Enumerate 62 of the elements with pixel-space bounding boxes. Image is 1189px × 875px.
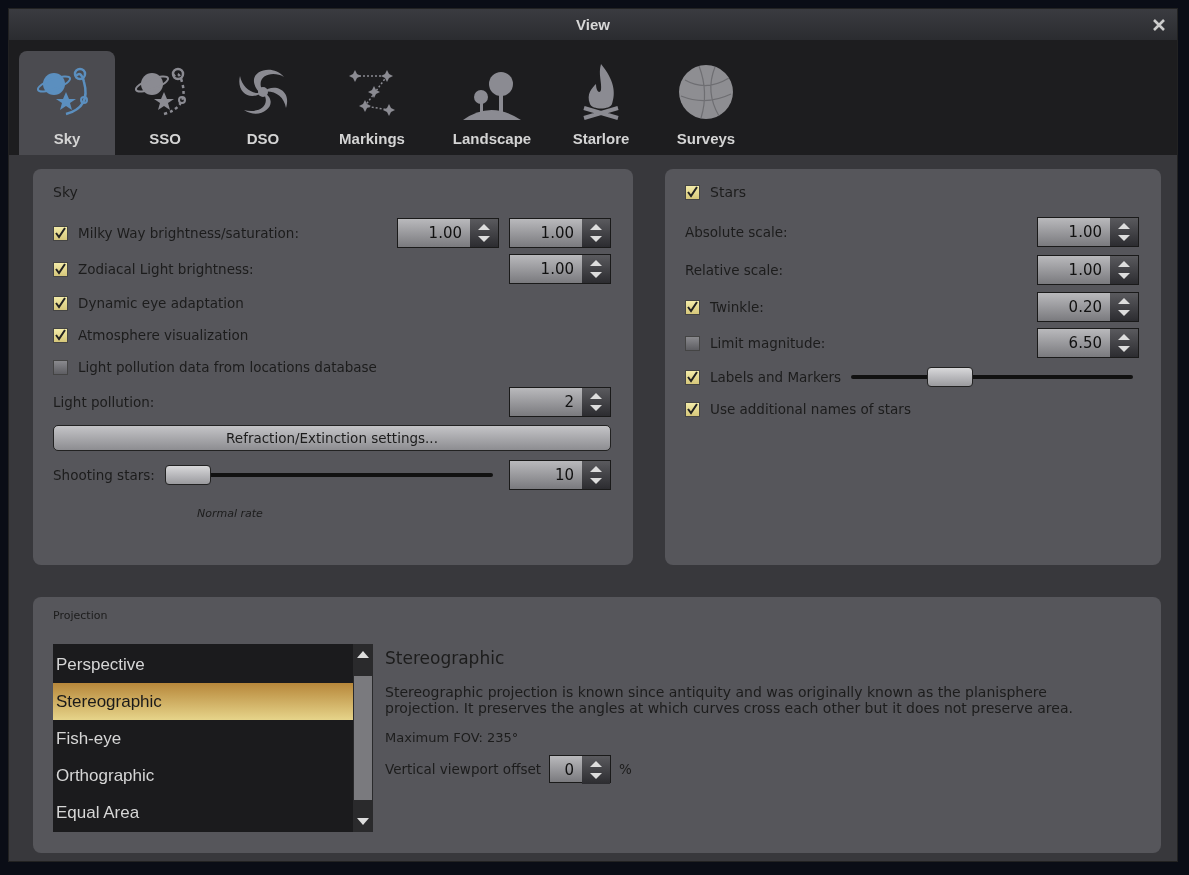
list-item[interactable]: Orthographic [53,757,353,795]
checkbox-label: Zodiacal Light brightness: [78,261,254,277]
checkbox-label: Dynamic eye adaptation [78,295,244,311]
checkbox-label: Twinkle: [710,299,764,315]
spin-box[interactable]: 10 [509,460,611,490]
window-title: View [576,16,610,34]
spin-box[interactable]: 2 [509,387,611,417]
spin-box[interactable]: 0.20 [1037,292,1139,322]
tab[interactable]: Starlore [553,51,649,155]
checkbox[interactable] [53,295,68,311]
checkbox[interactable] [685,369,700,385]
tab[interactable]: Sky [19,51,115,155]
spin-box[interactable]: 1.00 [1037,217,1139,247]
panel-title: Projection [53,609,109,622]
checkbox[interactable] [53,261,68,277]
projection-description: Stereographic projection is known since antiquity and was originally known as the planisphere projection. It preserves the angles at which curves cross each other but it does not preserve area. [385,684,1074,716]
list-item[interactable]: Perspective [53,646,353,684]
slider-thumb[interactable] [164,465,211,485]
checkbox[interactable] [53,225,68,241]
checkbox[interactable] [53,359,68,375]
list-item[interactable]: Equal Area [53,794,353,832]
tab[interactable]: Surveys [651,51,761,155]
spin-box[interactable]: 1.00 [397,218,499,248]
panel-title: Stars [710,184,746,200]
checkbox-label: Use additional names of stars [710,401,911,417]
checkbox-label: Light pollution data from locations database [78,359,377,375]
checkbox-label: Atmosphere visualization [78,327,249,343]
checkbox-label: Limit magnitude: [710,335,826,351]
checkbox[interactable] [53,327,68,343]
setting-label: Relative scale: [685,262,784,278]
setting-label: Shooting stars: [53,467,155,483]
max-fov-text: Maximum FOV: 235° [385,730,520,745]
spin-box[interactable]: 1.00 [509,254,611,284]
spin-box[interactable]: 1.00 [509,218,611,248]
setting-label: Light pollution: [53,394,155,410]
tab[interactable]: SSO [117,51,213,155]
scrollbar[interactable] [353,644,373,832]
tab[interactable]: Markings [313,51,431,155]
list-item[interactable]: Stereographic [53,683,353,721]
slider-caption: Normal rate [197,507,264,520]
slider[interactable] [164,465,493,485]
checkbox-label: Milky Way brightness/saturation: [78,225,299,241]
tab[interactable]: DSO [215,51,311,155]
spin-box[interactable]: 1.00 [1037,255,1139,285]
checkbox-label: Labels and Markers [710,369,842,385]
list-item[interactable]: Fish-eye [53,720,353,758]
spin-box[interactable]: 0 [549,755,612,783]
spin-box[interactable]: 6.50 [1037,328,1139,358]
close-icon [1152,18,1166,32]
settings-button[interactable]: Refraction/Extinction settings... [53,425,611,451]
setting-label: Absolute scale: [685,224,788,240]
checkbox[interactable] [685,299,700,315]
panel-title: Sky [53,184,78,200]
checkbox[interactable] [685,184,700,200]
checkbox[interactable] [685,401,700,417]
checkbox[interactable] [685,335,700,351]
setting-label: Vertical viewport offset [385,761,542,777]
tab[interactable]: Landscape [433,51,551,155]
unit-label: % [619,761,632,777]
slider[interactable] [851,367,1133,387]
slider-thumb[interactable] [926,367,973,387]
projection-name: Stereographic [385,648,506,668]
